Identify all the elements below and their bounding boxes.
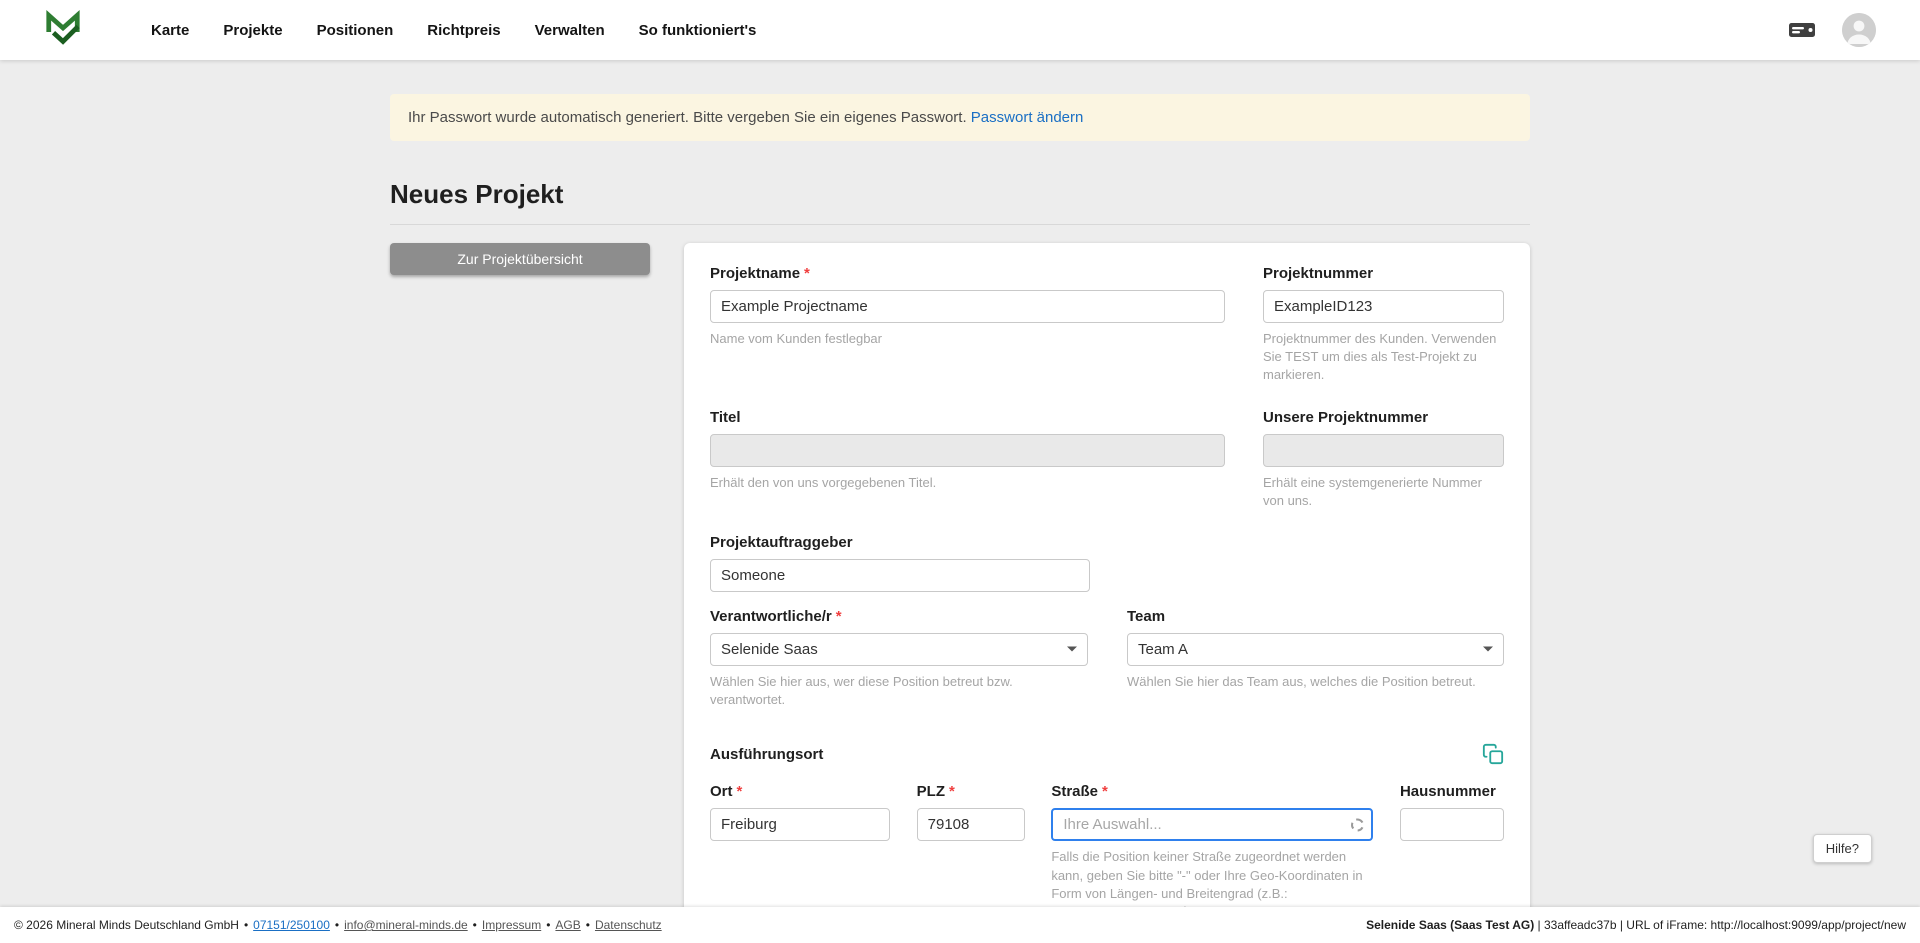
strasse-input[interactable] bbox=[1051, 808, 1373, 841]
projektname-label: Projektname* bbox=[710, 265, 1225, 282]
team-label: Team bbox=[1127, 608, 1504, 625]
field-unsere-projektnummer: Unsere Projektnummer Erhält eine systemg… bbox=[1263, 409, 1504, 510]
field-projektauftraggeber: Projektauftraggeber bbox=[710, 534, 1090, 592]
field-titel: Titel Erhält den von uns vorgegebenen Ti… bbox=[710, 409, 1225, 510]
verantwortliche-selected-value: Selenide Saas bbox=[721, 641, 818, 658]
new-project-form-card: Projektname* Name vom Kunden festlegbar … bbox=[684, 243, 1530, 943]
titel-helper: Erhält den von uns vorgegebenen Titel. bbox=[710, 474, 1225, 492]
team-helper: Wählen Sie hier das Team aus, welches di… bbox=[1127, 673, 1504, 691]
main-content: Ihr Passwort wurde automatisch generiert… bbox=[0, 60, 1920, 943]
footer-phone-link[interactable]: 07151/250100 bbox=[253, 918, 330, 932]
unsere-projektnummer-label: Unsere Projektnummer bbox=[1263, 409, 1504, 426]
footer-session-details: | 33affeadc37b | URL of iFrame: http://l… bbox=[1534, 918, 1906, 932]
logo[interactable] bbox=[44, 9, 82, 52]
required-marker: * bbox=[1102, 783, 1108, 800]
verantwortliche-select[interactable]: Selenide Saas bbox=[710, 633, 1088, 666]
title-divider bbox=[390, 224, 1530, 225]
field-projektnummer: Projektnummer Projektnummer des Kunden. … bbox=[1263, 265, 1504, 385]
required-marker: * bbox=[804, 265, 810, 282]
field-plz: PLZ* bbox=[917, 783, 1025, 841]
footer-separator: • bbox=[586, 918, 590, 932]
nav-item-richtpreis[interactable]: Richtpreis bbox=[410, 22, 517, 39]
nav-item-karte[interactable]: Karte bbox=[134, 22, 206, 39]
field-projektname: Projektname* Name vom Kunden festlegbar bbox=[710, 265, 1225, 385]
loading-spinner-icon bbox=[1351, 818, 1364, 831]
unsere-projektnummer-input bbox=[1263, 434, 1504, 467]
footer: © 2026 Mineral Minds Deutschland GmbH • … bbox=[0, 907, 1920, 943]
hausnummer-input[interactable] bbox=[1400, 808, 1504, 841]
footer-datenschutz-link[interactable]: Datenschutz bbox=[595, 918, 662, 932]
required-marker: * bbox=[737, 783, 743, 800]
projektauftraggeber-input[interactable] bbox=[710, 559, 1090, 592]
copy-icon[interactable] bbox=[1482, 743, 1504, 765]
footer-separator: • bbox=[546, 918, 550, 932]
field-team: Team Team A Wählen Sie hier das Team aus… bbox=[1127, 608, 1504, 709]
projektnummer-helper: Projektnummer des Kunden. Verwenden Sie … bbox=[1263, 330, 1504, 385]
main-navigation: Karte Projekte Positionen Richtpreis Ver… bbox=[134, 22, 773, 39]
footer-separator: • bbox=[473, 918, 477, 932]
titel-input bbox=[710, 434, 1225, 467]
team-selected-value: Team A bbox=[1138, 641, 1188, 658]
nav-item-projekte[interactable]: Projekte bbox=[206, 22, 299, 39]
user-avatar[interactable] bbox=[1842, 13, 1876, 47]
footer-left: © 2026 Mineral Minds Deutschland GmbH • … bbox=[14, 918, 662, 932]
strasse-label: Straße* bbox=[1051, 783, 1373, 800]
footer-impressum-link[interactable]: Impressum bbox=[482, 918, 541, 932]
mineral-minds-logo-icon bbox=[44, 9, 82, 52]
projektnummer-input[interactable] bbox=[1263, 290, 1504, 323]
footer-separator: • bbox=[244, 918, 248, 932]
hausnummer-label: Hausnummer bbox=[1400, 783, 1504, 800]
change-password-link[interactable]: Passwort ändern bbox=[971, 109, 1084, 126]
required-marker: * bbox=[949, 783, 955, 800]
nav-item-verwalten[interactable]: Verwalten bbox=[518, 22, 622, 39]
chevron-down-icon bbox=[1067, 647, 1077, 652]
projektname-helper: Name vom Kunden festlegbar bbox=[710, 330, 1225, 348]
verantwortliche-label: Verantwortliche/r* bbox=[710, 608, 1088, 625]
footer-copyright: © 2026 Mineral Minds Deutschland GmbH bbox=[14, 918, 239, 932]
required-marker: * bbox=[836, 608, 842, 625]
chevron-down-icon bbox=[1483, 647, 1493, 652]
page-title: Neues Projekt bbox=[390, 179, 1530, 210]
plz-input[interactable] bbox=[917, 808, 1025, 841]
avatar-icon bbox=[1842, 13, 1876, 47]
footer-email-link[interactable]: info@mineral-minds.de bbox=[344, 918, 468, 932]
field-hausnummer: Hausnummer bbox=[1400, 783, 1504, 841]
ort-input[interactable] bbox=[710, 808, 890, 841]
footer-session-info: Selenide Saas (Saas Test AG) | 33affeadc… bbox=[1366, 918, 1906, 932]
ort-label: Ort* bbox=[710, 783, 890, 800]
verantwortliche-helper: Wählen Sie hier aus, wer diese Position … bbox=[710, 673, 1088, 709]
alert-message: Ihr Passwort wurde automatisch generiert… bbox=[408, 109, 967, 126]
titel-label: Titel bbox=[710, 409, 1225, 426]
server-icon[interactable] bbox=[1788, 19, 1816, 41]
navbar-right bbox=[1788, 13, 1876, 47]
help-button[interactable]: Hilfe? bbox=[1813, 834, 1872, 863]
footer-user: Selenide Saas (Saas Test AG) bbox=[1366, 918, 1534, 932]
projektname-input[interactable] bbox=[710, 290, 1225, 323]
projektauftraggeber-label: Projektauftraggeber bbox=[710, 534, 1090, 551]
field-verantwortliche: Verantwortliche/r* Selenide Saas Wählen … bbox=[710, 608, 1088, 709]
nav-item-positionen[interactable]: Positionen bbox=[300, 22, 411, 39]
projektnummer-label: Projektnummer bbox=[1263, 265, 1504, 282]
password-alert: Ihr Passwort wurde automatisch generiert… bbox=[390, 94, 1530, 141]
navbar: Karte Projekte Positionen Richtpreis Ver… bbox=[0, 0, 1920, 60]
footer-separator: • bbox=[335, 918, 339, 932]
footer-agb-link[interactable]: AGB bbox=[555, 918, 580, 932]
section-title-ausfuehrungsort: Ausführungsort bbox=[710, 746, 823, 763]
plz-label: PLZ* bbox=[917, 783, 1025, 800]
field-strasse: Straße* bbox=[1051, 783, 1373, 841]
field-ort: Ort* bbox=[710, 783, 890, 841]
unsere-projektnummer-helper: Erhält eine systemgenerierte Nummer von … bbox=[1263, 474, 1504, 510]
project-overview-button[interactable]: Zur Projektübersicht bbox=[390, 243, 650, 275]
team-select[interactable]: Team A bbox=[1127, 633, 1504, 666]
nav-item-so-funktionierts[interactable]: So funktioniert's bbox=[622, 22, 774, 39]
